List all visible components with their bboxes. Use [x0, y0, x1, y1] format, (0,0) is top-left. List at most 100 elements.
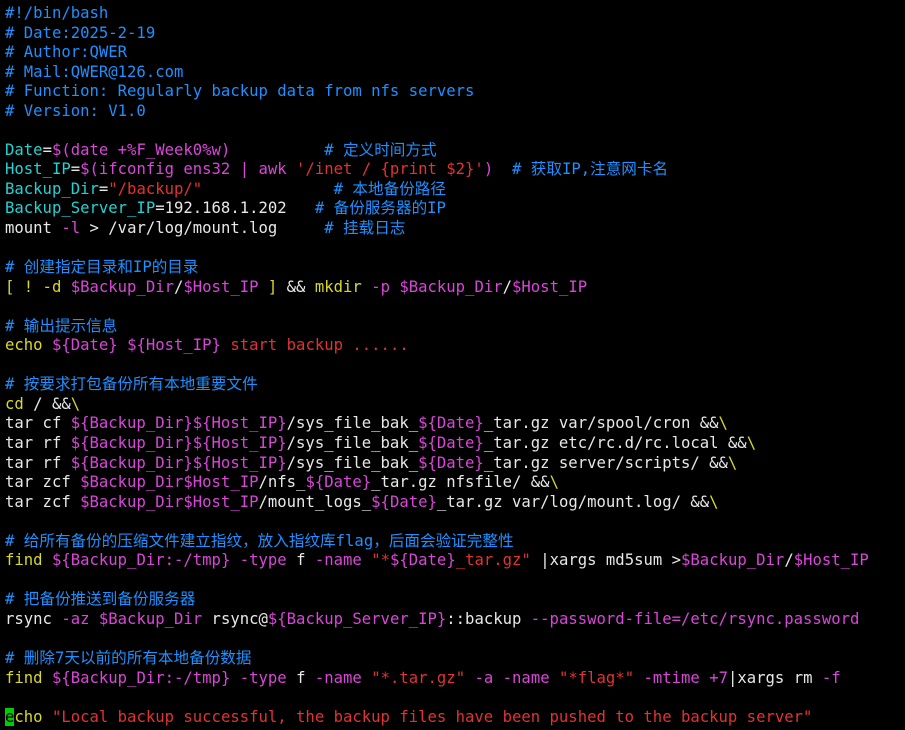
code-token: ]: [258, 277, 278, 296]
code-token: # 挂载日志: [324, 219, 406, 238]
code-line: mount -l > /var/log/mount.log # 挂载日志: [5, 219, 905, 239]
code-token: /: [174, 277, 184, 296]
code-token: -p $Backup_Dir: [371, 277, 503, 296]
code-token: Host_IP: [5, 160, 71, 179]
code-token: mount: [5, 219, 62, 238]
code-token: /nfs_: [258, 473, 306, 492]
code-token: "*: [371, 551, 390, 570]
code-token: find: [5, 668, 52, 687]
code-token: tar rf: [5, 453, 71, 472]
code-token: _tar.gz nfsfile/ &&: [371, 473, 550, 492]
code-line: #!/bin/bash: [5, 4, 905, 24]
code-line: echo "Local backup successful, the backu…: [5, 707, 905, 728]
code-token: _tar.gz etc/rc.d/rc.local &&: [483, 434, 747, 453]
code-token: # 删除7天以前的所有本地备份数据: [5, 649, 252, 668]
code-token: ${Backup_Dir:-/tmp}: [51, 551, 231, 570]
code-token: \: [709, 492, 719, 511]
code-token: # 本地备份路径: [333, 179, 446, 198]
code-token: "/backup/": [108, 179, 203, 198]
code-token: ${Host_IP}: [127, 336, 221, 355]
code-token: /mount_logs_: [258, 492, 372, 511]
code-token: |xargs rm: [727, 668, 822, 687]
code-token: -f: [821, 668, 841, 687]
code-token: ::backup: [446, 609, 531, 628]
code-token: "Local backup successful, the backup fil…: [51, 707, 813, 726]
code-token: # Author:QWER: [5, 43, 128, 62]
code-token: # Mail:QWER@126.com: [5, 62, 184, 81]
code-line: # Date:2025-2-19: [5, 24, 905, 44]
code-token: # 给所有备份的压缩文件建立指纹，放入指纹库flag，后面会验证完整性: [5, 531, 514, 550]
code-line: # 把备份推送到备份服务器: [5, 590, 905, 610]
code-token: rsync@: [202, 609, 268, 628]
code-token: tar zcf: [5, 492, 81, 511]
terminal-editor[interactable]: #!/bin/bash # Date:2025-2-19 # Author:QWER…: [0, 0, 905, 730]
code-line: tar zcf $Backup_Dir$Host_IP/nfs_${Date}_…: [5, 473, 905, 493]
code-token: ): [483, 160, 494, 179]
code-token: --password-file=/etc/rsync.password: [530, 609, 860, 628]
code-line: [ ! -d $Backup_Dir/$Host_IP ] && mkdir -…: [5, 278, 905, 298]
code-token: ${Date}: [371, 492, 437, 511]
code-token: tar rf: [5, 434, 71, 453]
code-token: $(date +%F_Week0%w): [51, 140, 231, 159]
code-line: # Function: Regularly backup data from n…: [5, 82, 905, 102]
code-token: #!/bin/bash: [5, 4, 109, 22]
code-token: =: [70, 160, 81, 179]
code-line: cd / &&\: [5, 395, 905, 415]
code-token: $Backup_Dir: [70, 277, 174, 296]
code-token: -az $Backup_Dir: [61, 609, 203, 628]
code-token: cho: [14, 707, 52, 726]
code-token: # 创建指定目录和IP的目录: [5, 258, 199, 277]
code-line: # Mail:QWER@126.com: [5, 63, 905, 83]
code-token: tar zcf: [5, 473, 81, 492]
code-token: $Backup_Dir$Host_IP: [80, 492, 259, 511]
code-line: # 创建指定目录和IP的目录: [5, 258, 905, 278]
code-token: '/inet / {print $2}': [296, 160, 484, 179]
code-line: Backup_Dir="/backup/" # 本地备份路径: [5, 180, 905, 200]
code-token: # 把备份推送到备份服务器: [5, 590, 196, 609]
code-token: _tar.gz var/spool/cron &&: [483, 414, 719, 433]
code-line: tar rf ${Backup_Dir}${Host_IP}/sys_file_…: [5, 454, 905, 474]
code-line: tar zcf $Backup_Dir$Host_IP/mount_logs_$…: [5, 493, 905, 513]
code-token: ${Backup_Dir:-/tmp}: [51, 668, 231, 687]
code-token: =192.168.1.202: [155, 199, 315, 218]
code-token: f: [286, 551, 315, 570]
code-token: # Date:2025-2-19: [5, 23, 156, 42]
code-token: # 获取IP,注意网卡名: [511, 160, 669, 179]
code-token: echo: [5, 336, 52, 355]
code-token: "*flag*": [558, 668, 635, 687]
code-token: /sys_file_bak_: [286, 453, 419, 472]
code-token: > /var/log/mount.log: [80, 219, 325, 238]
code-line: # Version: V1.0: [5, 102, 905, 122]
code-token: =: [98, 179, 109, 198]
code-token: $Backup_Dir: [681, 551, 785, 570]
code-token: |xargs md5sum >: [530, 551, 682, 570]
code-token: /sys_file_bak_: [286, 414, 419, 433]
code-line: tar cf ${Backup_Dir}${Host_IP}/sys_file_…: [5, 414, 905, 434]
code-token: -type: [239, 668, 287, 687]
code-token: # 按要求打包备份所有本地重要文件: [5, 375, 258, 394]
code-line: find ${Backup_Dir:-/tmp} -type f -name "…: [5, 669, 905, 689]
code-token: /sys_file_bak_: [286, 434, 419, 453]
code-line: Host_IP=$(ifconfig ens32 | awk '/inet / …: [5, 160, 905, 180]
code-token: / &&: [23, 394, 71, 413]
code-token: /: [784, 551, 794, 570]
code-token: -l: [61, 219, 81, 238]
code-line: # 给所有备份的压缩文件建立指纹，放入指纹库flag，后面会验证完整性: [5, 532, 905, 552]
code-token: ${Backup_Dir}${Host_IP}: [70, 453, 287, 472]
code-token: _tar.gz var/log/mount.log/ &&: [436, 492, 710, 511]
code-token: # Version: V1.0: [5, 101, 146, 120]
code-token: \: [746, 434, 757, 453]
code-token: [ ! -d: [5, 277, 71, 296]
code-token: $Host_IP: [183, 277, 259, 296]
